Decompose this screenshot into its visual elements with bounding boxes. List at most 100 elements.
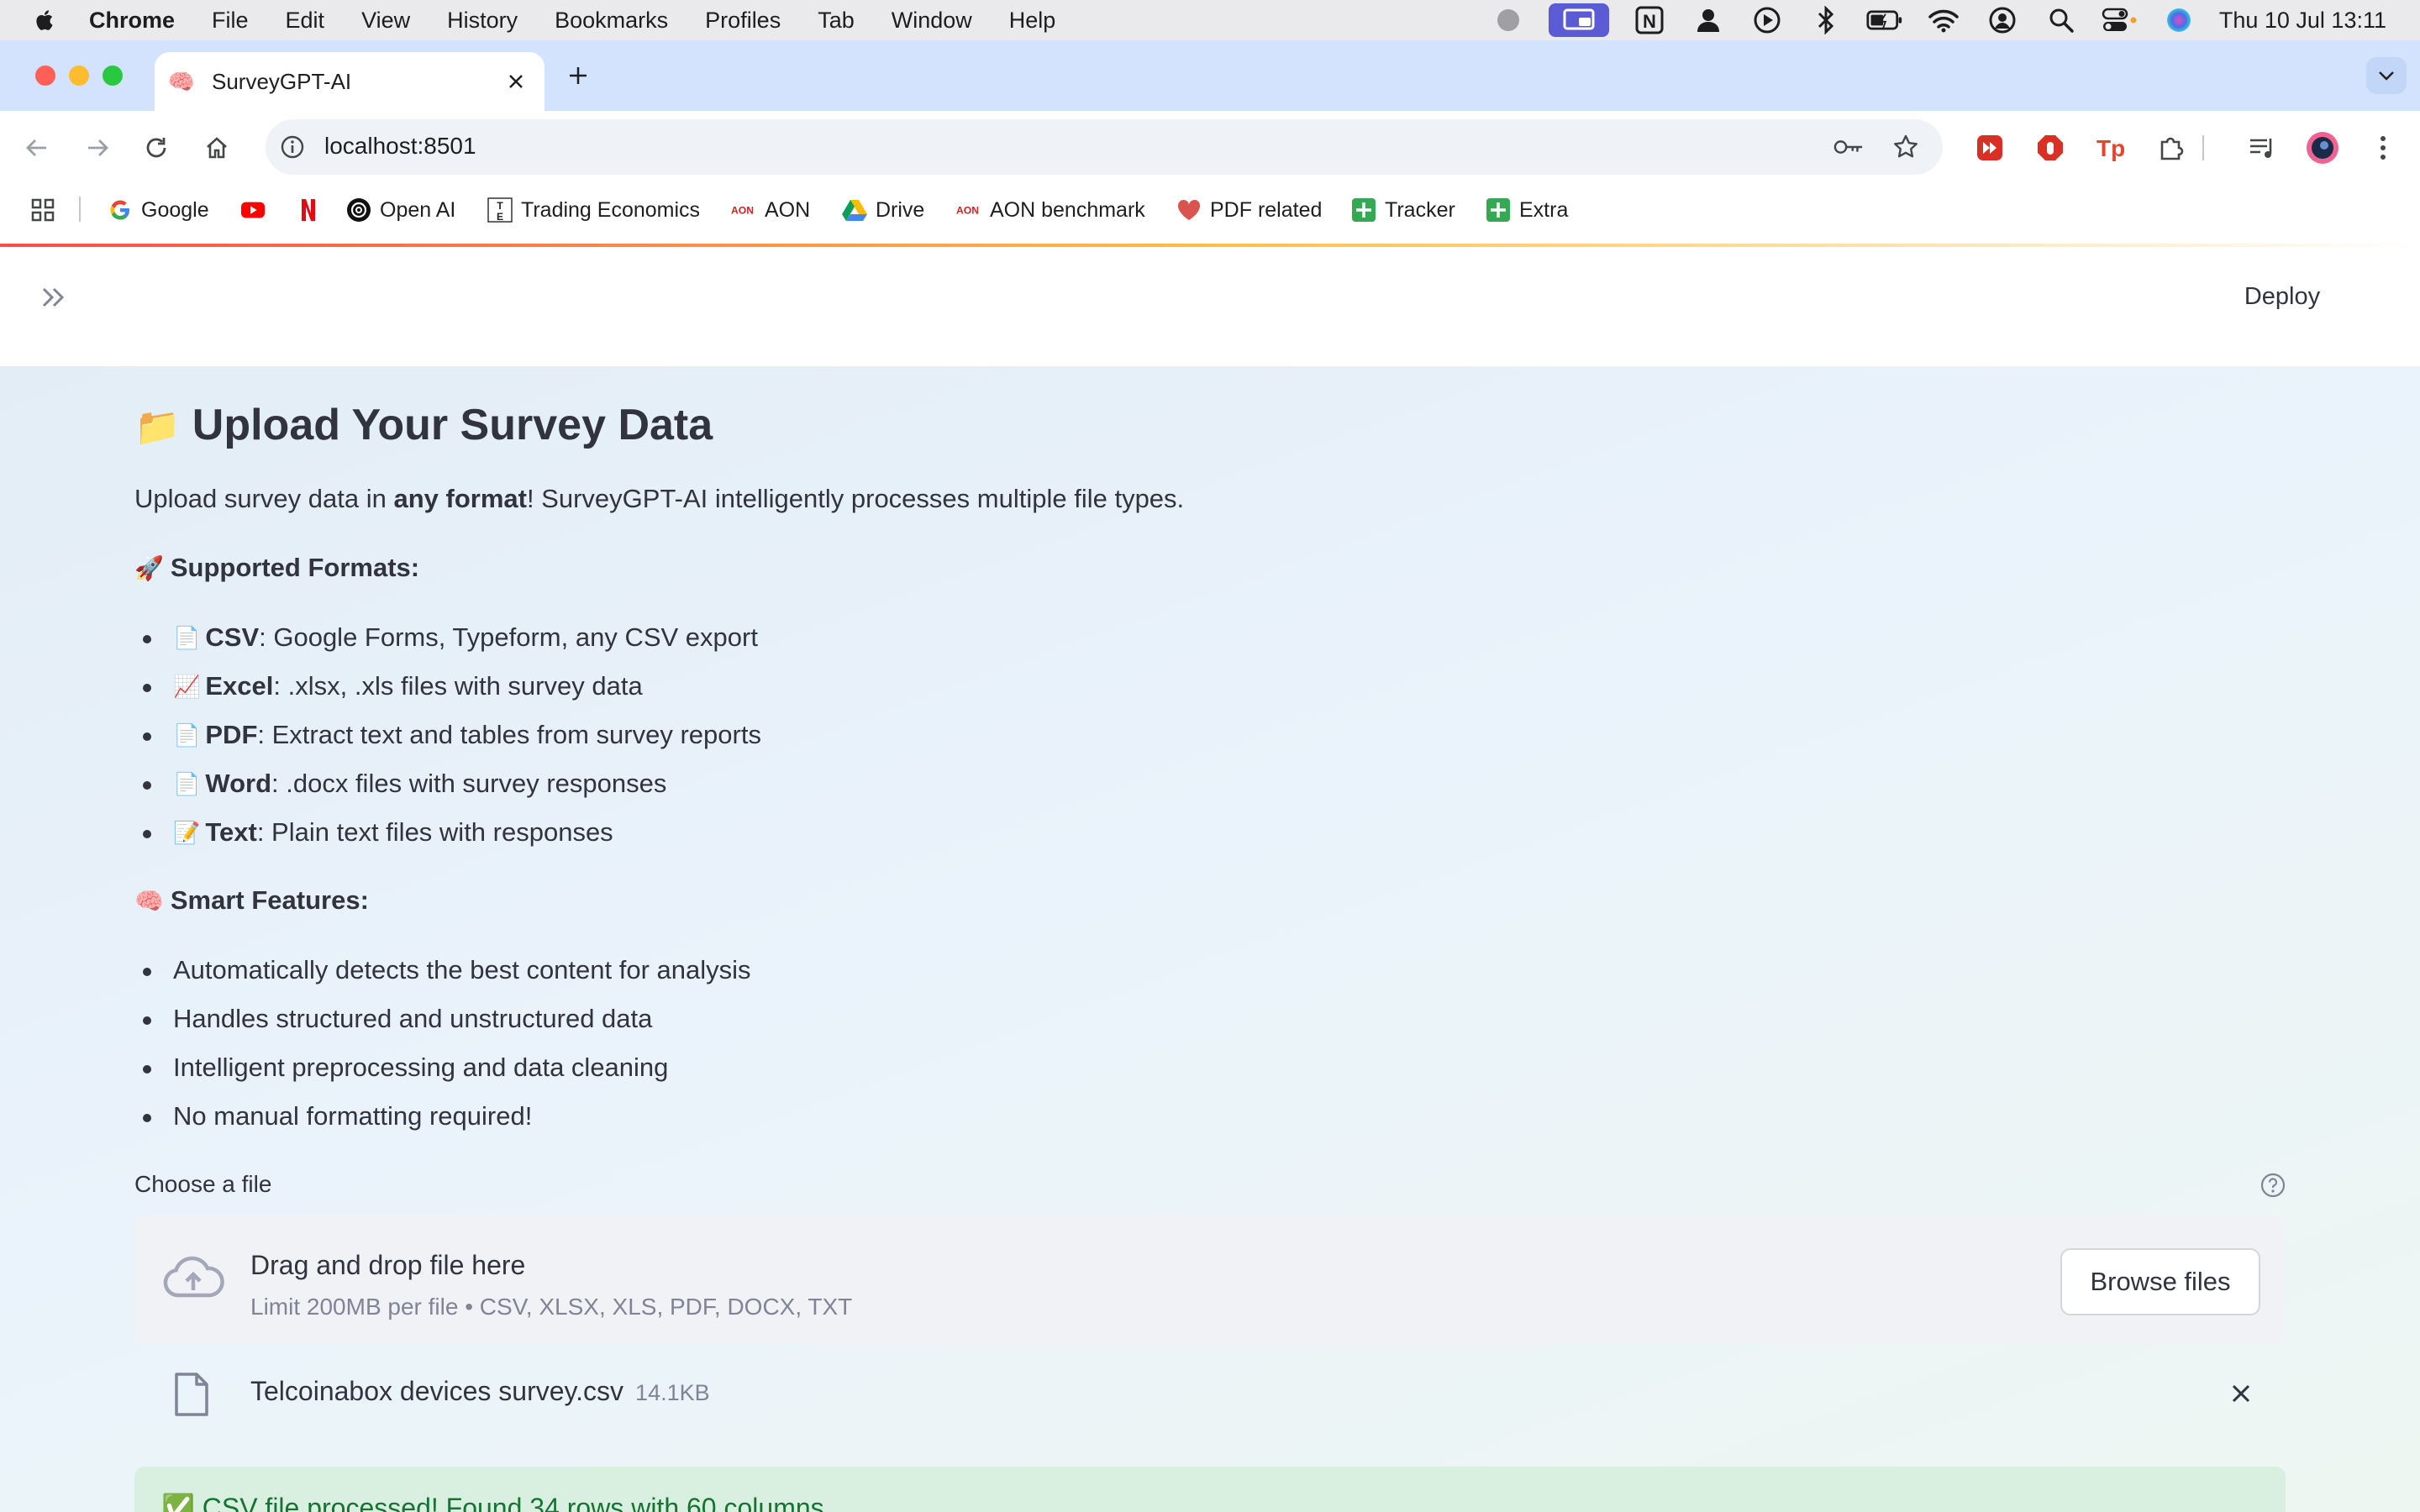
menu-history[interactable]: History [447, 8, 518, 34]
document-icon: 📄 [173, 770, 201, 796]
svg-text:T: T [497, 200, 503, 212]
chrome-menu-icon[interactable] [2366, 131, 2400, 165]
document-icon: 📄 [173, 624, 201, 650]
site-info-icon[interactable] [276, 130, 309, 164]
apple-icon[interactable] [34, 8, 54, 32]
menu-window[interactable]: Window [892, 8, 972, 34]
window-zoom-button[interactable] [103, 66, 123, 86]
expand-sidebar-chevron-icon[interactable] [37, 281, 71, 314]
extension-fastforward-icon[interactable] [1973, 131, 2007, 165]
format-name: CSV [205, 622, 260, 652]
deploy-button[interactable]: Deploy [2225, 277, 2339, 316]
url-text[interactable]: localhost:8501 [324, 133, 476, 160]
trading-economics-icon: TE [487, 197, 513, 223]
google-icon [108, 197, 133, 223]
extensions-puzzle-icon[interactable] [2154, 131, 2188, 165]
menu-view[interactable]: View [361, 8, 410, 34]
bookmark-star-icon[interactable] [1891, 132, 1921, 162]
features-heading: 🧠 Smart Features: [134, 885, 369, 916]
password-key-icon[interactable] [1833, 132, 1864, 162]
help-icon[interactable] [2259, 1171, 2287, 1200]
menu-help[interactable]: Help [1009, 8, 1056, 34]
bookmark-tracker[interactable]: Tracker [1351, 195, 1455, 225]
format-desc: : Google Forms, Typeform, any CSV export [259, 622, 758, 652]
brain-icon: 🧠 [134, 888, 164, 914]
menu-edit[interactable]: Edit [286, 8, 325, 34]
file-name-text: Telcoinabox devices survey.csv [250, 1376, 624, 1406]
profile-avatar[interactable] [2306, 131, 2339, 165]
bookmark-trading-economics[interactable]: TE Trading Economics [487, 195, 700, 225]
menu-profiles[interactable]: Profiles [705, 8, 781, 34]
remove-file-close-icon[interactable] [2227, 1379, 2255, 1408]
browse-files-button[interactable]: Browse files [2060, 1248, 2260, 1315]
menu-bookmarks[interactable]: Bookmarks [555, 8, 668, 34]
window-close-button[interactable] [35, 66, 55, 86]
spotlight-search-icon[interactable] [2043, 3, 2080, 37]
wifi-icon[interactable] [1925, 3, 1962, 37]
chart-icon: 📈 [173, 673, 201, 699]
back-button[interactable] [22, 133, 52, 163]
battery-icon[interactable] [1866, 3, 1903, 37]
menu-tab[interactable]: Tab [818, 8, 855, 34]
svg-text:Tp: Tp [2096, 135, 2125, 161]
format-name: Word [205, 769, 272, 798]
siri-icon[interactable] [2160, 3, 2197, 37]
menu-app-name[interactable]: Chrome [89, 8, 175, 34]
list-item: Intelligent preprocessing and data clean… [134, 1043, 751, 1092]
page-title-text: Upload Your Survey Data [192, 401, 713, 449]
extension-tp-icon[interactable]: Tp [2094, 131, 2128, 165]
notion-icon[interactable]: N [1631, 3, 1668, 37]
tab-search-button[interactable] [2366, 57, 2407, 94]
cloud-upload-icon [163, 1256, 224, 1298]
extension-adblock-icon[interactable] [2033, 131, 2067, 165]
app-header [0, 247, 2420, 366]
list-item: No manual formatting required! [134, 1092, 751, 1141]
screen-share-icon[interactable] [1548, 3, 1609, 37]
address-bar[interactable]: localhost:8501 [266, 119, 1943, 175]
bookmark-aon[interactable]: AON AON [731, 195, 810, 225]
bookmark-label: Tracker [1385, 197, 1455, 222]
play-icon[interactable] [1749, 3, 1786, 37]
control-center-icon[interactable] [2102, 3, 2139, 37]
menubar-clock[interactable]: Thu 10 Jul 13:11 [2219, 8, 2386, 34]
bookmark-extra[interactable]: Extra [1486, 195, 1568, 225]
new-tab-button[interactable] [563, 60, 593, 91]
bluetooth-icon[interactable] [1807, 3, 1844, 37]
account-circle-icon[interactable] [1984, 3, 2021, 37]
rocket-icon: 🚀 [134, 555, 164, 581]
bookmark-aon-benchmark[interactable]: AON AON benchmark [956, 195, 1145, 225]
tab-title: SurveyGPT-AI [212, 68, 352, 94]
format-name: Text [205, 817, 257, 847]
format-desc: : .docx files with survey responses [271, 769, 667, 798]
window-minimize-button[interactable] [69, 66, 89, 86]
bookmark-label: AON [765, 197, 811, 222]
reload-button[interactable] [141, 133, 171, 163]
dropzone-limit: Limit 200MB per file • CSV, XLSX, XLS, P… [250, 1294, 853, 1320]
media-controls-icon[interactable] [2245, 131, 2279, 165]
netflix-icon [296, 197, 321, 223]
forward-button[interactable] [82, 133, 113, 163]
tab-close-icon[interactable] [502, 68, 529, 95]
bookmark-openai[interactable]: Open AI [346, 195, 455, 225]
intro-bold: any format [393, 484, 527, 513]
menu-file[interactable]: File [212, 8, 249, 34]
bookmark-drive[interactable]: Drive [842, 195, 924, 225]
bookmark-label: Google [141, 197, 209, 222]
recording-dot-icon[interactable] [1490, 3, 1527, 37]
bookmark-netflix[interactable] [296, 195, 329, 225]
file-dropzone[interactable]: Drag and drop file here Limit 200MB per … [134, 1215, 2286, 1344]
menubar-status-area: N Thu 10 Jul 13:11 [1490, 0, 2420, 40]
apps-grid-icon[interactable] [30, 195, 55, 225]
home-button[interactable] [202, 133, 232, 163]
user-icon[interactable] [1690, 3, 1727, 37]
file-icon [175, 1373, 208, 1416]
bookmark-youtube[interactable] [240, 195, 274, 225]
bookmark-pdf-related[interactable]: PDF related [1176, 195, 1322, 225]
openai-icon [346, 197, 371, 223]
svg-text:AON: AON [731, 205, 754, 217]
list-item: 📄 PDF: Extract text and tables from surve… [134, 711, 761, 759]
list-item: 📄 CSV: Google Forms, Typeform, any CSV ex… [134, 613, 761, 662]
browser-tab-active[interactable]: 🧠 SurveyGPT-AI [155, 52, 544, 111]
bookmark-google[interactable]: Google [108, 195, 209, 225]
uploaded-file-item: Telcoinabox devices survey.csv 14.1KB [134, 1366, 2286, 1433]
